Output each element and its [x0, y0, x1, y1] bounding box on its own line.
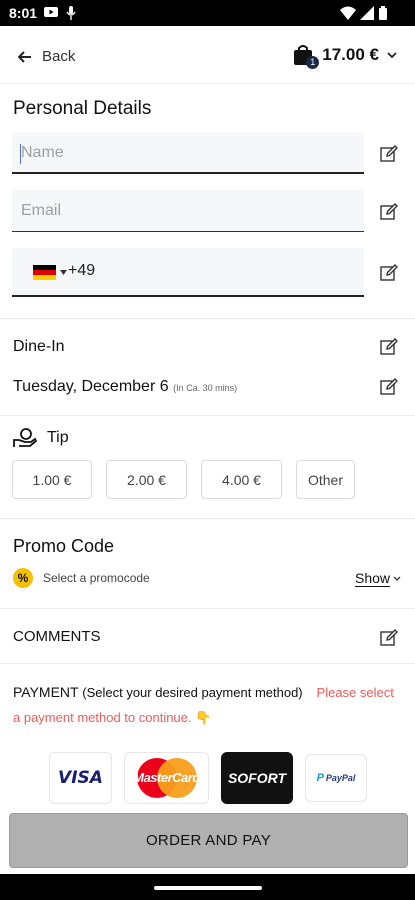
- sofort-logo: SOFORT: [227, 770, 287, 786]
- wifi-icon: [340, 6, 356, 20]
- tip-title: Tip: [47, 429, 69, 446]
- tip-hand-coin-icon: [13, 428, 37, 447]
- edit-icon[interactable]: [380, 378, 398, 396]
- percent-icon: %: [13, 568, 33, 588]
- order-eta: (In Ca. 30 mins): [173, 383, 238, 393]
- cart-summary[interactable]: 1 17.00 €: [292, 44, 397, 69]
- system-navigation-bar: [0, 874, 415, 900]
- comments-title: COMMENTS: [13, 628, 101, 645]
- edit-icon[interactable]: [380, 629, 398, 647]
- signal-icon: [360, 6, 374, 20]
- back-button[interactable]: Back: [18, 48, 75, 65]
- status-time: 8:01: [9, 5, 38, 21]
- name-field[interactable]: Name: [12, 132, 364, 174]
- promo-show-toggle[interactable]: Show: [355, 570, 401, 587]
- mastercard-payment-option[interactable]: MasterCard: [124, 752, 209, 804]
- promo-select-label: Select a promocode: [43, 571, 150, 585]
- edit-icon[interactable]: [380, 338, 398, 356]
- divider: [0, 415, 415, 416]
- name-placeholder: Name: [21, 144, 64, 161]
- payment-title: PAYMENT: [13, 684, 79, 700]
- phone-field[interactable]: +49: [12, 248, 364, 297]
- visa-logo: VISA: [58, 768, 103, 788]
- edit-icon[interactable]: [380, 145, 398, 163]
- divider: [0, 518, 415, 519]
- payment-instruction: (Select your desired payment method): [82, 685, 303, 700]
- paypal-p-icon: P: [316, 772, 324, 784]
- back-label: Back: [42, 48, 76, 65]
- order-and-pay-button[interactable]: ORDER AND PAY: [9, 813, 408, 868]
- tip-option-4[interactable]: 4.00 €: [201, 460, 282, 499]
- order-type-label: Dine-In: [13, 338, 65, 355]
- visa-payment-option[interactable]: VISA: [49, 752, 112, 804]
- phone-country-code: +49: [68, 262, 96, 279]
- edit-icon[interactable]: [380, 264, 398, 282]
- tip-header: Tip: [13, 428, 69, 448]
- tip-option-other[interactable]: Other: [296, 460, 355, 499]
- home-gesture-handle[interactable]: [154, 886, 262, 890]
- email-placeholder: Email: [21, 202, 62, 219]
- youtube-notification-icon: [44, 7, 58, 17]
- promo-code-selector[interactable]: % Select a promocode: [13, 568, 150, 588]
- top-bar: Back 1 17.00 €: [0, 26, 415, 84]
- mastercard-logo: MasterCard: [131, 756, 203, 800]
- paypal-logo: P PayPal: [317, 772, 356, 784]
- arrow-left-icon: [18, 50, 31, 63]
- edit-icon[interactable]: [380, 203, 398, 221]
- promo-show-label: Show: [355, 570, 391, 587]
- paypal-payment-option[interactable]: P PayPal: [305, 754, 367, 802]
- caret-down-icon: [60, 270, 67, 275]
- personal-details-title: Personal Details: [13, 98, 152, 119]
- battery-icon: [379, 6, 387, 20]
- order-date-text: Tuesday, December 6: [13, 378, 169, 395]
- microphone-notification-icon: [66, 6, 76, 20]
- mastercard-text: MasterCard: [133, 770, 200, 785]
- divider: [0, 608, 415, 609]
- chevron-down-icon: [393, 576, 401, 581]
- paypal-text: PayPal: [325, 773, 356, 783]
- order-date: Tuesday, December 6 (In Ca. 30 mins): [13, 378, 237, 396]
- promo-code-title: Promo Code: [13, 536, 115, 556]
- divider: [0, 318, 415, 319]
- tip-option-2[interactable]: 2.00 €: [106, 460, 187, 499]
- sofort-payment-option[interactable]: SOFORT: [221, 752, 293, 804]
- email-field[interactable]: Email: [12, 190, 364, 232]
- shopping-bag-icon: 1: [292, 44, 320, 69]
- cart-total: 17.00 €: [322, 45, 379, 64]
- chevron-down-icon: [387, 51, 397, 58]
- divider: [0, 663, 415, 664]
- tip-option-1[interactable]: 1.00 €: [12, 460, 92, 499]
- country-selector[interactable]: [33, 265, 67, 280]
- germany-flag-icon: [33, 265, 56, 280]
- status-bar: 8:01: [0, 0, 415, 26]
- payment-header: PAYMENT (Select your desired payment met…: [13, 680, 403, 730]
- cart-count-badge: 1: [306, 56, 320, 69]
